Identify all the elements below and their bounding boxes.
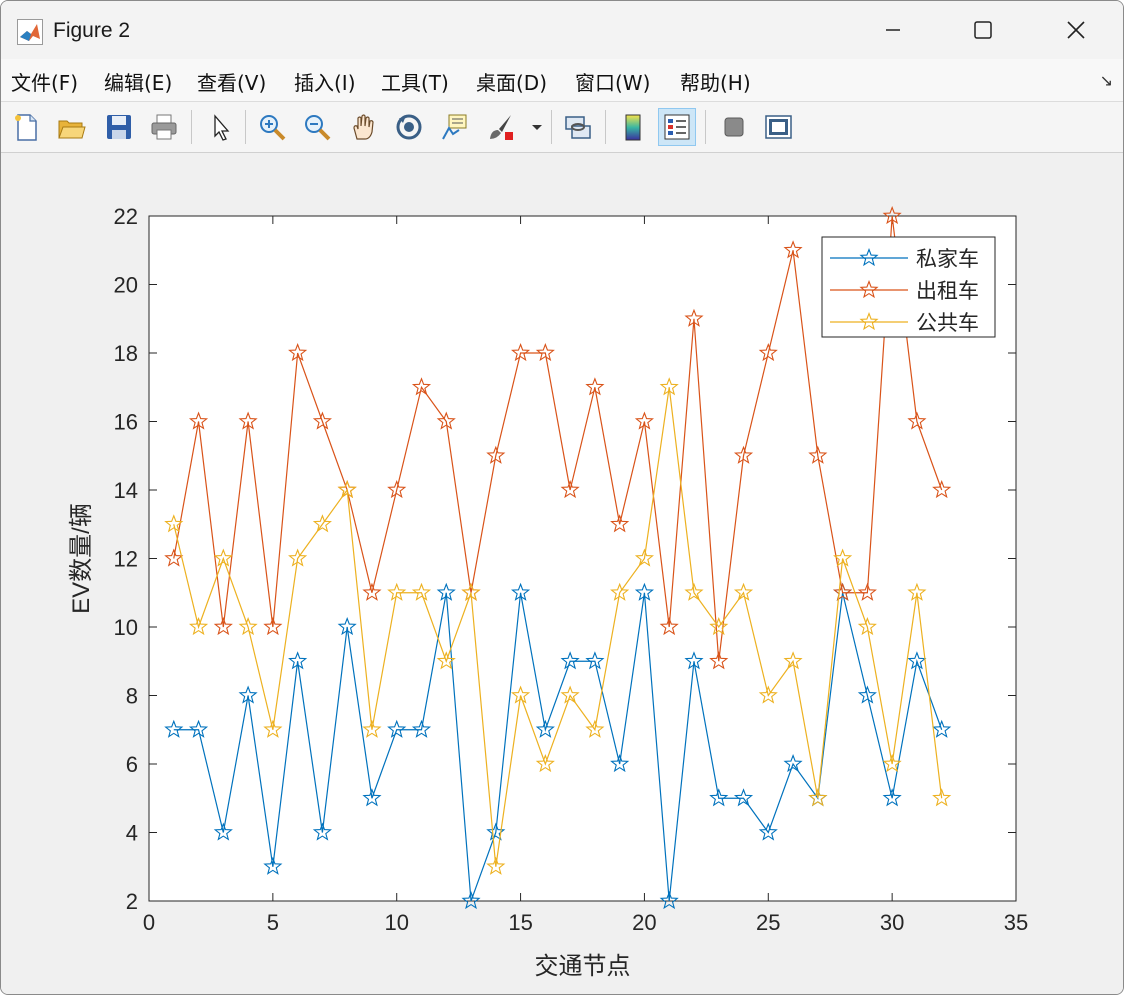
menu-file[interactable]: 文件(F) [11,67,78,96]
maximize-button[interactable] [953,7,1013,53]
show-plot-tools-icon [765,115,792,139]
rotate-button[interactable] [390,108,428,146]
zoom-out-icon [305,115,331,141]
menu-view[interactable]: 查看(V) [197,67,266,96]
toolbar-separator [705,110,706,144]
colorbar-button[interactable] [614,108,652,146]
toolbar-separator [245,110,246,144]
x-tick-label: 30 [880,910,904,935]
y-tick-label: 14 [114,478,138,503]
y-tick-label: 18 [114,341,138,366]
toolbar-separator [605,110,606,144]
close-icon [1067,21,1085,39]
pan-icon [353,114,374,140]
hide-plot-tools-icon [724,117,744,137]
y-tick-label: 10 [114,615,138,640]
open-file-button[interactable] [52,108,90,146]
figure-toolbar [1,102,1123,153]
minimize-button[interactable] [863,7,923,53]
figure-canvas: 0 5 10 15 20 25 30 35 2 4 6 8 10 12 14 16 18 20 22 交通节点 EV数量… [1,153,1123,994]
print-icon [151,114,177,140]
x-axis-label: 交通节点 [535,952,631,980]
show-plot-tools-button[interactable] [759,108,797,146]
y-tick-label: 12 [114,547,138,572]
menu-insert[interactable]: 插入(I) [294,67,356,96]
toolbar-separator [191,110,192,144]
pan-button[interactable] [344,108,382,146]
colorbar-icon [625,114,641,141]
window-title: Figure 2 [53,19,131,42]
hide-plot-tools-button[interactable] [715,108,753,146]
y-tick-label: 6 [126,752,138,777]
y-tick-label: 8 [126,684,138,709]
data-tips-icon [442,114,467,140]
brush-button[interactable] [481,108,519,146]
y-tick-label: 22 [114,204,138,229]
y-tick-label: 2 [126,889,138,914]
data-tips-button[interactable] [435,108,473,146]
title-bar[interactable]: Figure 2 [1,1,1123,59]
x-tick-label: 5 [267,910,279,935]
x-tick-label: 10 [384,910,408,935]
legend-button[interactable] [658,108,696,146]
x-tick-label: 0 [143,910,155,935]
link-plot-icon [565,116,591,139]
matlab-icon [17,19,43,45]
link-plot-button[interactable] [559,108,597,146]
zoom-in-icon [260,115,286,141]
new-figure-icon [15,114,37,141]
menu-bar: 文件(F) 编辑(E) 查看(V) 插入(I) 工具(T) 桌面(D) 窗口(W… [1,59,1123,102]
menu-edit[interactable]: 编辑(E) [104,67,172,96]
brush-icon [490,115,513,140]
brush-dropdown-icon [532,125,542,130]
save-button[interactable] [100,108,138,146]
x-tick-label: 15 [508,910,532,935]
save-icon [107,115,131,139]
x-tick-label: 20 [632,910,656,935]
figure-window: Figure 2 文件(F) 编辑(E) 查看(V) 插入(I) 工具(T) 桌… [0,0,1124,995]
close-button[interactable] [1046,7,1106,53]
print-button[interactable] [145,108,183,146]
line-chart[interactable]: 0 5 10 15 20 25 30 35 2 4 6 8 10 12 14 16 18 20 22 交通节点 EV数量… [1,153,1123,994]
legend-label: 公共车 [916,311,979,335]
y-tick-label: 16 [114,410,138,435]
zoom-out-button[interactable] [298,108,336,146]
brush-dropdown-button[interactable] [528,108,546,146]
y-axis-label: EV数量/辆 [68,503,95,614]
x-tick-label: 25 [756,910,780,935]
legend-label: 出租车 [916,279,979,303]
menu-desktop[interactable]: 桌面(D) [476,67,547,96]
pointer-icon [214,114,230,141]
y-tick-label: 4 [126,821,138,846]
y-tick-label: 20 [114,273,138,298]
maximize-icon [974,21,992,39]
pointer-button[interactable] [201,108,239,146]
toolbar-separator [551,110,552,144]
menu-help[interactable]: 帮助(H) [680,67,751,96]
legend-label: 私家车 [916,247,979,271]
menu-tools[interactable]: 工具(T) [381,67,449,96]
dock-arrow-icon[interactable]: ↘ [1100,71,1113,90]
minimize-icon [886,29,900,31]
rotate-icon [396,114,422,140]
legend-icon [664,114,690,140]
zoom-in-button[interactable] [253,108,291,146]
menu-window[interactable]: 窗口(W) [575,67,650,96]
open-file-icon [58,120,86,139]
x-tick-label: 35 [1004,910,1028,935]
new-figure-button[interactable] [7,108,45,146]
